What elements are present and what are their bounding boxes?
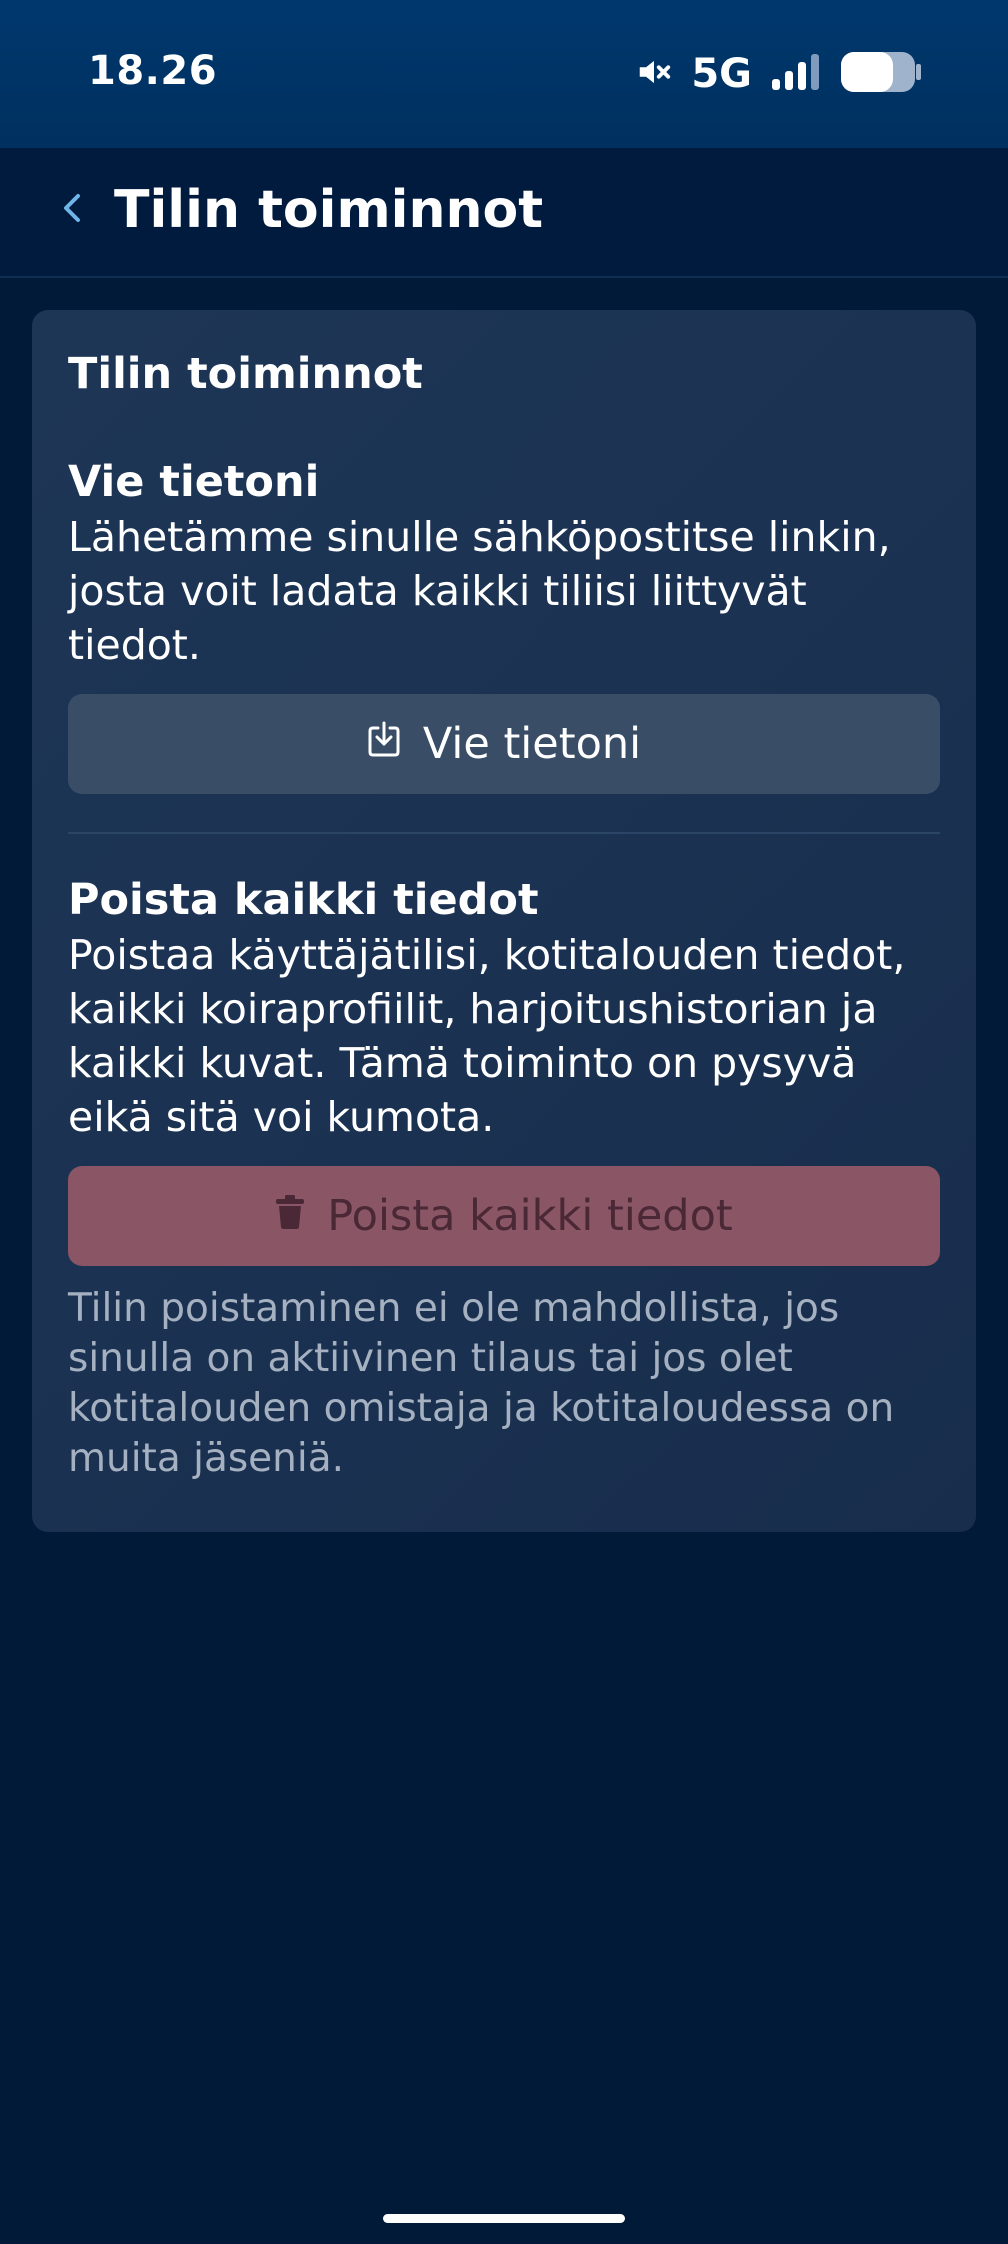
- section-divider: [68, 832, 940, 834]
- mute-icon: [635, 53, 673, 95]
- export-section-description: Lähetämme sinulle sähköpostitse linkin, …: [68, 513, 891, 669]
- export-section-title: Vie tietoni: [68, 457, 320, 507]
- app-bar: Tilin toiminnot: [0, 148, 1008, 278]
- home-indicator[interactable]: [383, 2214, 625, 2223]
- status-bar: 18.26 5G: [0, 0, 1008, 148]
- signal-icon: [770, 52, 822, 96]
- trash-icon: [275, 1191, 305, 1241]
- battery-icon: [840, 51, 922, 97]
- status-icons: 5G: [635, 50, 922, 98]
- back-button[interactable]: [40, 178, 104, 242]
- page-title: Tilin toiminnot: [114, 180, 544, 240]
- export-button-label: Vie tietoni: [422, 719, 642, 769]
- card-title: Tilin toiminnot: [68, 349, 423, 399]
- delete-section-title: Poista kaikki tiedot: [68, 875, 539, 925]
- export-data-button[interactable]: Vie tietoni: [68, 694, 940, 794]
- chevron-left-icon: [57, 190, 87, 230]
- download-icon: [367, 719, 401, 769]
- status-time: 18.26: [88, 48, 218, 94]
- delete-all-data-button[interactable]: Poista kaikki tiedot: [68, 1166, 940, 1266]
- delete-button-label: Poista kaikki tiedot: [327, 1191, 733, 1241]
- delete-section-description: Poistaa käyttäjätilisi, kotitalouden tie…: [68, 931, 906, 1141]
- delete-restriction-note: Tilin poistaminen ei ole mahdollista, jo…: [68, 1286, 895, 1481]
- account-actions-card: Tilin toiminnot Vie tietoni Lähetämme si…: [32, 310, 976, 1532]
- network-label: 5G: [691, 51, 752, 97]
